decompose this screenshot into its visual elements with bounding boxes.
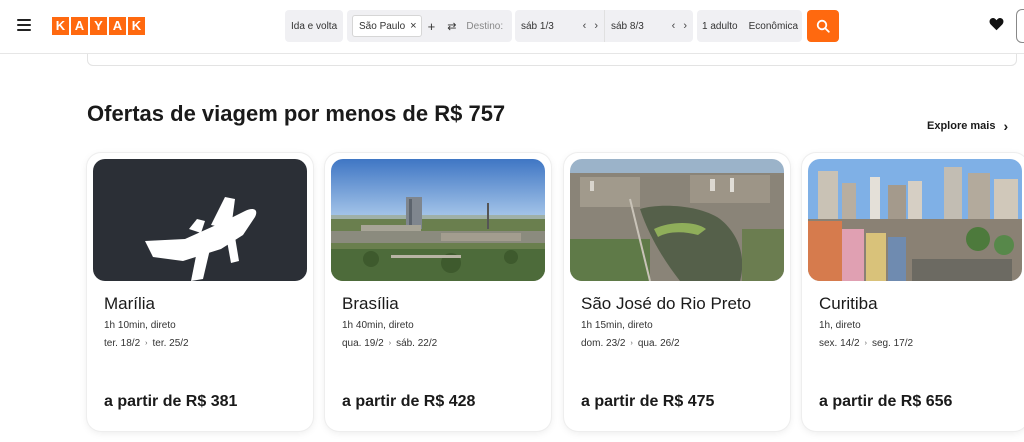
depart-prev-day-icon[interactable]: ‹ <box>583 20 587 32</box>
destination-input[interactable]: Destino: <box>466 21 503 32</box>
origin-chip: São Paulo × <box>352 15 422 37</box>
deal-duration: 1h 10min, direto <box>104 320 176 331</box>
explore-more-label: Explore mais <box>927 120 996 132</box>
deal-city: Marília <box>104 294 156 313</box>
logo-letter: A <box>71 17 88 35</box>
deal-price: a partir de R$ 428 <box>342 393 476 410</box>
deal-duration: 1h 15min, direto <box>581 320 653 331</box>
deal-depart-date: sex. 14/2 <box>819 338 860 349</box>
deal-dates: qua. 19/2 › sáb. 22/2 <box>342 338 437 349</box>
travelers-label: 1 adulto <box>702 20 738 32</box>
deal-card-sao-jose-do-rio-preto[interactable]: São José do Rio Preto 1h 15min, direto d… <box>564 153 790 431</box>
logo-letter: A <box>109 17 126 35</box>
deal-card-brasilia[interactable]: Brasília 1h 40min, direto qua. 19/2 › sá… <box>325 153 551 431</box>
brasilia-photo <box>331 159 545 281</box>
deal-depart-date: dom. 23/2 <box>581 338 626 349</box>
deal-dates: sex. 14/2 › seg. 17/2 <box>819 338 913 349</box>
date-separator-icon: › <box>145 340 148 347</box>
depart-date[interactable]: sáb 1/3 <box>515 21 554 32</box>
swap-route-icon[interactable]: ⇄ <box>447 20 456 33</box>
account-button[interactable] <box>1016 9 1024 43</box>
depart-next-day-icon[interactable]: › <box>594 20 598 32</box>
date-separator-icon: › <box>388 340 392 347</box>
top-navigation-bar: K A Y A K Ida e volta São Paulo × + ⇄ De… <box>0 0 1024 54</box>
deal-city: Curitiba <box>819 294 878 313</box>
cabin-label: Econômica <box>748 20 799 32</box>
lake-city-photo <box>570 159 784 281</box>
date-separator-icon: › <box>864 340 867 347</box>
curitiba-photo <box>808 159 1022 281</box>
hamburger-menu-icon[interactable] <box>17 19 31 32</box>
return-next-day-icon[interactable]: › <box>683 20 687 32</box>
logo-letter: K <box>52 17 69 35</box>
deal-card-curitiba[interactable]: Curitiba 1h, direto sex. 14/2 › seg. 17/… <box>802 153 1024 431</box>
kayak-logo[interactable]: K A Y A K <box>52 17 145 35</box>
previous-section-card <box>87 54 1017 66</box>
search-button[interactable] <box>807 10 839 42</box>
plane-placeholder-image <box>93 159 307 281</box>
deal-city: São José do Rio Preto <box>581 294 752 313</box>
deal-return-date: sáb. 22/2 <box>396 338 438 349</box>
travelers-cabin-selector[interactable]: 1 adulto Econômica <box>697 10 802 42</box>
deal-dates: dom. 23/2 › qua. 26/2 <box>581 338 680 349</box>
heart-icon[interactable] <box>989 17 1004 31</box>
return-date[interactable]: sáb 8/3 <box>605 21 644 32</box>
airplane-icon <box>145 197 257 281</box>
search-icon <box>816 19 830 33</box>
deal-price: a partir de R$ 656 <box>819 393 953 410</box>
remove-origin-icon[interactable]: × <box>410 20 416 32</box>
deal-return-date: ter. 25/2 <box>152 338 189 349</box>
origin-label: São Paulo <box>359 20 406 32</box>
deal-price: a partir de R$ 475 <box>581 393 715 410</box>
trip-type-selector[interactable]: Ida e volta <box>285 10 343 42</box>
deal-price: a partir de R$ 381 <box>104 393 238 410</box>
deal-dates: ter. 18/2 › ter. 25/2 <box>104 338 189 349</box>
deal-duration: 1h 40min, direto <box>342 320 414 331</box>
deal-depart-date: qua. 19/2 <box>342 338 384 349</box>
date-range-field[interactable]: sáb 1/3 ‹ › sáb 8/3 ‹ › <box>515 10 693 42</box>
deal-card-marilia[interactable]: Marília 1h 10min, direto ter. 18/2 › ter… <box>87 153 313 431</box>
chevron-right-icon: › <box>1003 118 1009 134</box>
add-origin-button[interactable]: + <box>428 19 436 34</box>
deal-city: Brasília <box>342 294 399 313</box>
date-separator-icon: › <box>630 340 633 347</box>
logo-letter: Y <box>90 17 107 35</box>
section-title: Ofertas de viagem por menos de R$ 757 <box>87 101 506 126</box>
trip-type-label: Ida e volta <box>291 20 338 32</box>
deal-return-date: qua. 26/2 <box>637 338 680 349</box>
explore-more-link[interactable]: Explore mais › <box>927 118 1008 134</box>
deal-depart-date: ter. 18/2 <box>104 338 141 349</box>
return-prev-day-icon[interactable]: ‹ <box>672 20 676 32</box>
logo-letter: K <box>128 17 145 35</box>
deal-duration: 1h, direto <box>819 320 861 331</box>
route-field[interactable]: São Paulo × + ⇄ Destino: <box>347 10 512 42</box>
deal-return-date: seg. 17/2 <box>871 338 914 349</box>
